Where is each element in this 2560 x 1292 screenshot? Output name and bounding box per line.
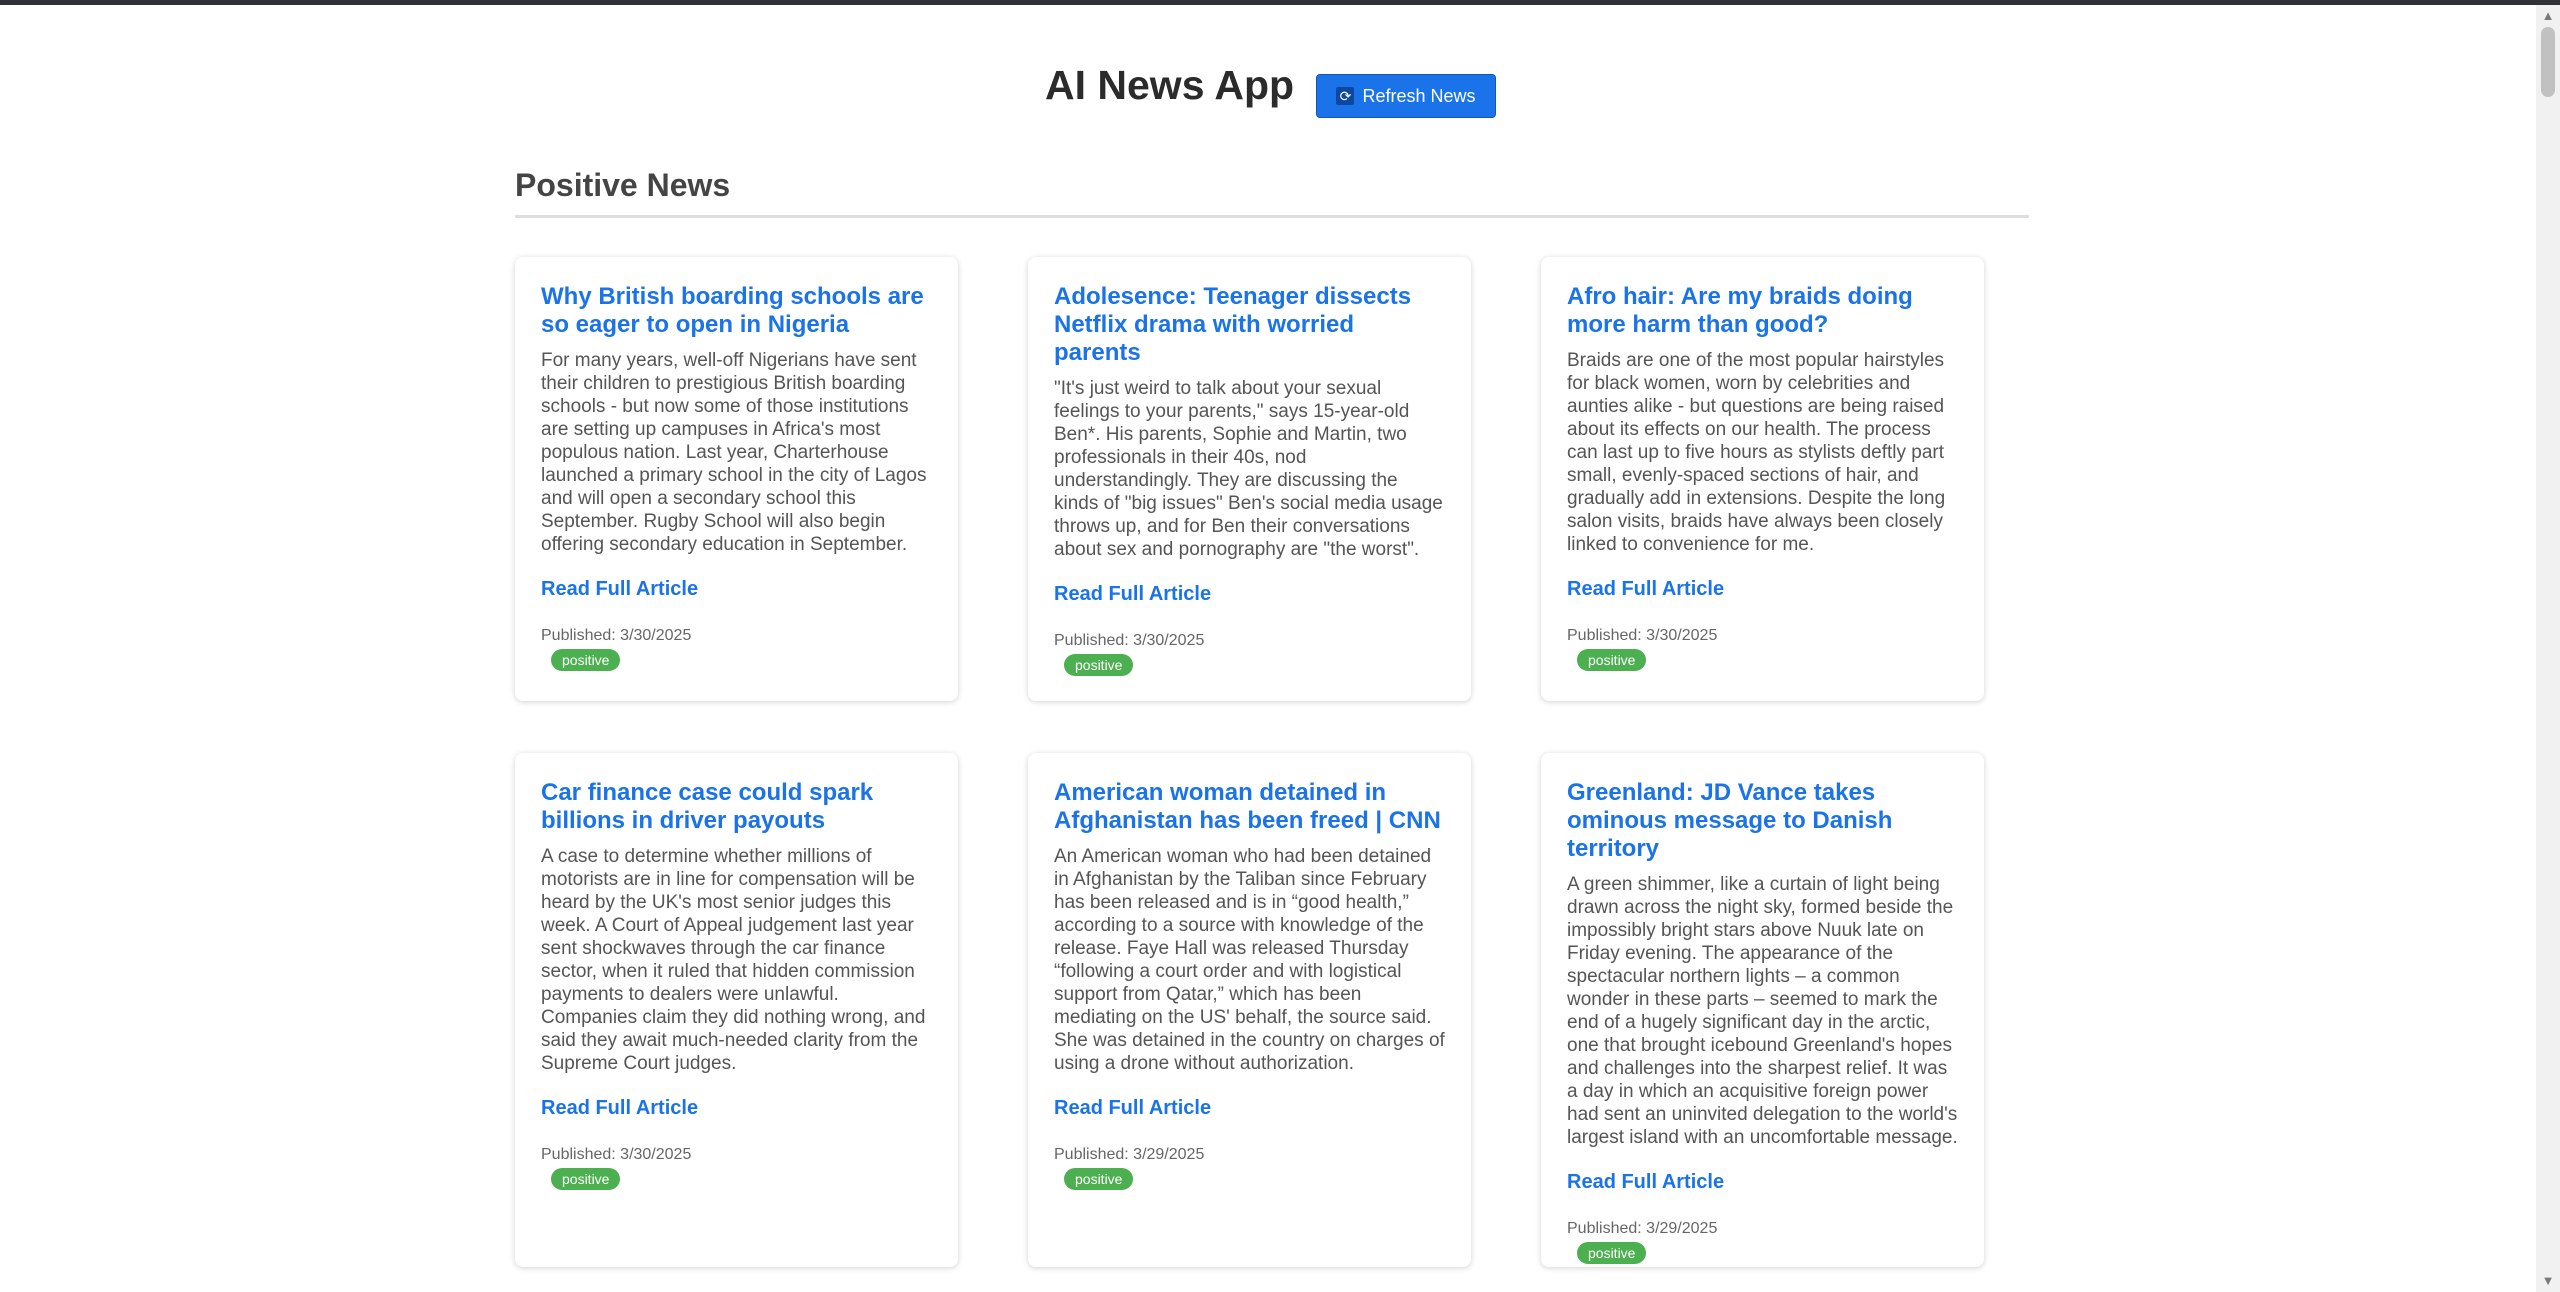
article-description: A green shimmer, like a curtain of light… xyxy=(1567,874,1958,1148)
vertical-scrollbar[interactable]: ▲ ▼ xyxy=(2536,5,2560,1292)
sentiment-badge: positive xyxy=(1064,1168,1134,1190)
read-full-article-link[interactable]: Read Full Article xyxy=(541,578,698,601)
read-full-article-link[interactable]: Read Full Article xyxy=(1054,1097,1211,1120)
article-title[interactable]: Greenland: JD Vance takes ominous messag… xyxy=(1567,779,1958,863)
published-date: Published: 3/30/2025 xyxy=(1567,627,1718,644)
published-date: Published: 3/30/2025 xyxy=(541,627,692,644)
section-title-positive-news: Positive News xyxy=(515,167,731,203)
sentiment-badge: positive xyxy=(551,649,621,671)
article-title[interactable]: Adolesence: Teenager dissects Netflix dr… xyxy=(1054,283,1445,367)
sentiment-badge: positive xyxy=(1577,649,1647,671)
refresh-news-button[interactable]: ⟳ Refresh News xyxy=(1316,74,1496,118)
published-date: Published: 3/29/2025 xyxy=(1054,1146,1205,1163)
article-description: An American woman who had been detained … xyxy=(1054,846,1445,1074)
section-divider xyxy=(515,215,2029,218)
published-date: Published: 3/30/2025 xyxy=(1054,632,1205,649)
read-full-article-link[interactable]: Read Full Article xyxy=(1567,1171,1724,1194)
app-title: AI News App xyxy=(1045,62,1295,108)
article-title[interactable]: Why British boarding schools are so eage… xyxy=(541,283,932,339)
article-description: Braids are one of the most popular hairs… xyxy=(1567,350,1946,555)
read-full-article-link[interactable]: Read Full Article xyxy=(1567,578,1724,601)
article-title[interactable]: American woman detained in Afghanistan h… xyxy=(1054,779,1445,835)
news-card: Adolesence: Teenager dissects Netflix dr… xyxy=(1028,257,1471,701)
refresh-icon: ⟳ xyxy=(1336,87,1355,105)
news-card: Greenland: JD Vance takes ominous messag… xyxy=(1541,753,1984,1267)
refresh-news-label: Refresh News xyxy=(1362,85,1476,106)
scroll-down-arrow-icon[interactable]: ▼ xyxy=(2536,1270,2560,1292)
news-card: American woman detained in Afghanistan h… xyxy=(1028,753,1471,1267)
published-date: Published: 3/30/2025 xyxy=(541,1146,692,1163)
article-description: A case to determine whether millions of … xyxy=(541,846,926,1074)
article-title[interactable]: Afro hair: Are my braids doing more harm… xyxy=(1567,283,1958,339)
read-full-article-link[interactable]: Read Full Article xyxy=(541,1097,698,1120)
sentiment-badge: positive xyxy=(1577,1242,1647,1264)
article-title[interactable]: Car finance case could spark billions in… xyxy=(541,779,932,835)
app-header: AI News App ⟳ Refresh News xyxy=(515,5,2029,187)
news-card: Afro hair: Are my braids doing more harm… xyxy=(1541,257,1984,701)
main-container: AI News App ⟳ Refresh News Positive News… xyxy=(515,5,2029,1267)
published-date: Published: 3/29/2025 xyxy=(1567,1220,1718,1237)
scroll-up-arrow-icon[interactable]: ▲ xyxy=(2536,5,2560,27)
article-description: For many years, well-off Nigerians have … xyxy=(541,350,927,555)
sentiment-badge: positive xyxy=(1064,654,1134,676)
news-card: Why British boarding schools are so eage… xyxy=(515,257,958,701)
article-description: "It's just weird to talk about your sexu… xyxy=(1054,378,1443,560)
news-card: Car finance case could spark billions in… xyxy=(515,753,958,1267)
sentiment-badge: positive xyxy=(551,1168,621,1190)
scrollbar-thumb[interactable] xyxy=(2541,27,2555,97)
read-full-article-link[interactable]: Read Full Article xyxy=(1054,583,1211,606)
